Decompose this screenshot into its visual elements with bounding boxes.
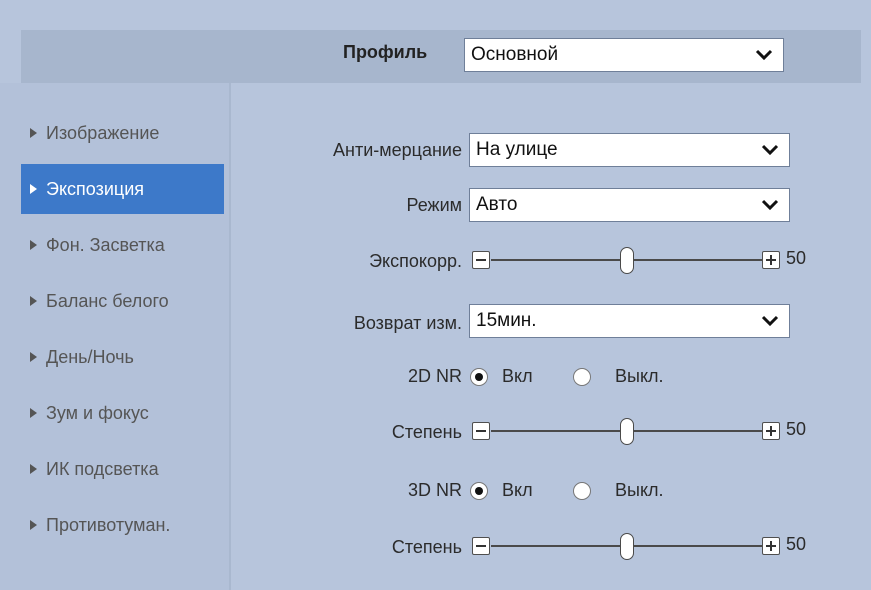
nr3d-on-label: Вкл	[502, 480, 533, 500]
exposure-comp-slider: 50	[472, 247, 822, 275]
chevron-down-icon	[755, 49, 773, 61]
nr2d-level-value: 50	[786, 419, 807, 439]
nr3d-off-radio[interactable]	[573, 482, 591, 500]
nr2d-label: 2D NR	[407, 366, 462, 386]
sidebar-item-label: День/Ночь	[46, 347, 134, 367]
mode-label: Режим	[406, 195, 463, 215]
restore-time-label: Возврат изм.	[353, 313, 462, 333]
exposure-comp-label: Экспокорр.	[369, 251, 462, 271]
sidebar-item-label: Зум и фокус	[46, 403, 149, 423]
nr2d-level-label: Степень	[391, 422, 462, 442]
nr3d-label: 3D NR	[407, 480, 462, 500]
nr2d-off-label: Выкл.	[615, 366, 664, 386]
sidebar-item-exposure[interactable]: Экспозиция	[21, 164, 224, 214]
sidebar-item-day-night[interactable]: День/Ночь	[21, 332, 224, 382]
plus-icon[interactable]	[762, 537, 780, 555]
minus-icon[interactable]	[472, 422, 490, 440]
triangle-right-icon	[30, 128, 37, 138]
nr2d-on-label: Вкл	[502, 366, 533, 386]
minus-icon[interactable]	[472, 251, 490, 269]
sidebar-item-label: Изображение	[46, 123, 160, 143]
slider-knob[interactable]	[619, 247, 634, 274]
sidebar-item-label: Баланс белого	[46, 291, 169, 311]
triangle-right-icon	[30, 408, 37, 418]
chevron-down-icon	[761, 199, 779, 211]
nr3d-level-value: 50	[786, 534, 807, 554]
sidebar-item-white-balance[interactable]: Баланс белого	[21, 276, 224, 326]
triangle-right-icon	[30, 520, 37, 530]
anti-flicker-value: На улице	[476, 139, 558, 160]
nr2d-off-radio[interactable]	[573, 368, 591, 386]
profile-select-value: Основной	[471, 44, 559, 65]
restore-time-value: 15мин.	[476, 310, 537, 331]
anti-flicker-select[interactable]: На улице	[469, 133, 790, 167]
exposure-comp-value: 50	[786, 248, 807, 268]
sidebar-item-label: ИК подсветка	[46, 459, 159, 479]
nr3d-on-radio[interactable]	[470, 482, 488, 500]
mode-select[interactable]: Авто	[469, 188, 790, 222]
sidebar-item-label: Противотуман.	[46, 515, 171, 535]
chevron-down-icon	[761, 315, 779, 327]
sidebar-item-backlight[interactable]: Фон. Засветка	[21, 220, 224, 270]
nr3d-radio-group: Вкл Выкл.	[470, 480, 710, 502]
sidebar-item-label: Фон. Засветка	[46, 235, 165, 255]
mode-value: Авто	[476, 194, 518, 215]
triangle-right-icon	[30, 352, 37, 362]
nr3d-level-label: Степень	[391, 537, 462, 557]
triangle-right-icon	[30, 184, 37, 194]
plus-icon[interactable]	[762, 422, 780, 440]
triangle-right-icon	[30, 464, 37, 474]
nr2d-radio-group: Вкл Выкл.	[470, 366, 710, 388]
nr2d-level-slider: 50	[472, 418, 822, 446]
sidebar-item-image[interactable]: Изображение	[21, 108, 224, 158]
chevron-down-icon	[761, 144, 779, 156]
sidebar-item-defog[interactable]: Противотуман.	[21, 500, 224, 550]
slider-knob[interactable]	[619, 533, 634, 560]
triangle-right-icon	[30, 296, 37, 306]
sidebar-item-ir-light[interactable]: ИК подсветка	[21, 444, 224, 494]
nr3d-off-label: Выкл.	[615, 480, 664, 500]
sidebar-item-zoom-focus[interactable]: Зум и фокус	[21, 388, 224, 438]
sidebar-item-label: Экспозиция	[46, 179, 144, 199]
restore-time-select[interactable]: 15мин.	[469, 304, 790, 338]
slider-knob[interactable]	[619, 418, 634, 445]
nr2d-on-radio[interactable]	[470, 368, 488, 386]
triangle-right-icon	[30, 240, 37, 250]
minus-icon[interactable]	[472, 537, 490, 555]
anti-flicker-label: Анти-мерцание	[333, 140, 462, 160]
plus-icon[interactable]	[762, 251, 780, 269]
profile-select[interactable]: Основной	[464, 38, 784, 72]
nr3d-level-slider: 50	[472, 533, 822, 561]
profile-label: Профиль	[343, 42, 428, 62]
